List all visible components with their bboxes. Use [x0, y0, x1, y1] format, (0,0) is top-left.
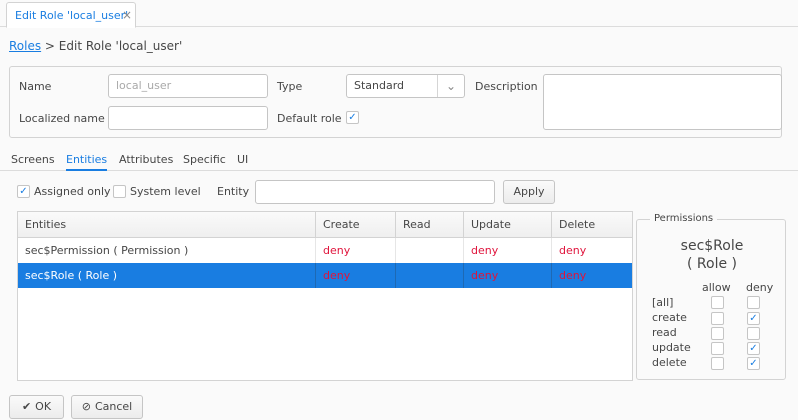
permission-entity-name: sec$Role	[680, 238, 744, 254]
column-delete[interactable]: Delete	[552, 212, 632, 238]
table-header: Entities Create Read Update Delete	[18, 212, 632, 238]
default-role-label: Default role	[277, 112, 342, 125]
cell-delete: deny	[559, 244, 587, 257]
system-level-label: System level	[130, 185, 201, 198]
tab-bar: Edit Role 'local_user' ×	[0, 0, 798, 28]
description-textarea[interactable]	[543, 74, 782, 130]
column-update[interactable]: Update	[464, 212, 552, 238]
permission-row-label: [all]	[652, 296, 674, 309]
assigned-only-checkbox[interactable]: ✓	[17, 185, 30, 198]
deny-read-checkbox[interactable]	[747, 327, 760, 340]
cell-update: deny	[464, 238, 552, 263]
deny-column-label: deny	[746, 281, 774, 294]
localized-name-label: Localized name	[19, 112, 105, 125]
cell-read	[396, 238, 464, 263]
close-icon[interactable]: ×	[122, 8, 132, 22]
type-select-value: Standard	[354, 79, 405, 92]
entity-tabs: Screens Entities Attributes Specific UI	[0, 151, 798, 171]
allow-create-checkbox[interactable]	[711, 312, 724, 325]
ok-label: OK	[35, 400, 52, 413]
cell-create: deny	[316, 263, 396, 288]
allow-update-checkbox[interactable]	[711, 342, 724, 355]
permissions-panel: Permissions sec$Role ( Role ) allow deny…	[636, 213, 786, 380]
cancel-label: Cancel	[94, 400, 133, 413]
tab-edit-role[interactable]: Edit Role 'local_user' ×	[6, 2, 136, 28]
entities-table: Entities Create Read Update Delete sec$P…	[17, 211, 633, 381]
permission-row-label: read	[652, 326, 677, 339]
column-create[interactable]: Create	[316, 212, 396, 238]
check-icon: ✔	[21, 400, 32, 413]
apply-button[interactable]: Apply	[503, 180, 555, 204]
cancel-button[interactable]: ⊘ Cancel	[71, 395, 143, 419]
cell-delete: deny	[559, 269, 587, 282]
allow-column-label: allow	[702, 281, 731, 294]
ok-button[interactable]: ✔ OK	[9, 395, 64, 419]
deny-all-checkbox[interactable]	[747, 296, 760, 309]
column-entities[interactable]: Entities	[18, 212, 316, 238]
permissions-legend: Permissions	[650, 213, 718, 224]
tab-title: Edit Role 'local_user'	[15, 9, 129, 22]
breadcrumb-current: > Edit Role 'local_user'	[41, 39, 183, 53]
tab-attributes[interactable]: Attributes	[119, 153, 173, 171]
breadcrumb-roles-link[interactable]: Roles	[9, 39, 41, 53]
allow-delete-checkbox[interactable]	[711, 357, 724, 370]
tab-screens[interactable]: Screens	[11, 153, 55, 171]
permission-row-label: create	[652, 311, 687, 324]
table-row-selected[interactable]: sec$Role ( Role ) deny deny deny	[18, 263, 632, 288]
deny-create-checkbox[interactable]: ✓	[747, 312, 760, 325]
chevron-down-icon[interactable]: ⌄	[437, 75, 464, 97]
breadcrumb: Roles > Edit Role 'local_user'	[9, 39, 182, 53]
deny-update-checkbox[interactable]: ✓	[747, 342, 760, 355]
cell-read	[396, 263, 464, 288]
localized-name-field[interactable]	[108, 106, 268, 130]
cell-update: deny	[464, 263, 552, 288]
cancel-circle-icon: ⊘	[81, 400, 91, 413]
permission-entity-caption: ( Role )	[687, 256, 737, 272]
allow-read-checkbox[interactable]	[711, 327, 724, 340]
system-level-checkbox[interactable]	[113, 185, 126, 198]
tab-entities[interactable]: Entities	[66, 153, 108, 171]
type-label: Type	[277, 80, 303, 93]
permission-row-label: update	[652, 341, 691, 354]
entity-filter-label: Entity	[217, 185, 250, 198]
assigned-only-label: Assigned only	[34, 185, 111, 198]
allow-all-checkbox[interactable]	[711, 296, 724, 309]
name-label: Name	[19, 80, 52, 93]
cell-entity: sec$Role ( Role )	[18, 263, 316, 288]
type-select[interactable]: Standard ⌄	[346, 74, 465, 98]
cell-entity: sec$Permission ( Permission )	[18, 238, 316, 263]
cell-create: deny	[316, 238, 396, 263]
default-role-checkbox[interactable]: ✓	[346, 111, 359, 124]
table-row[interactable]: sec$Permission ( Permission ) deny deny …	[18, 238, 632, 263]
tab-ui[interactable]: UI	[237, 153, 248, 171]
description-label: Description	[475, 80, 538, 93]
tab-specific[interactable]: Specific	[183, 153, 226, 171]
deny-delete-checkbox[interactable]: ✓	[747, 357, 760, 370]
entity-filter-input[interactable]	[255, 180, 495, 204]
permission-row-label: delete	[652, 356, 687, 369]
name-field[interactable]: local_user	[108, 74, 268, 98]
column-read[interactable]: Read	[396, 212, 464, 238]
